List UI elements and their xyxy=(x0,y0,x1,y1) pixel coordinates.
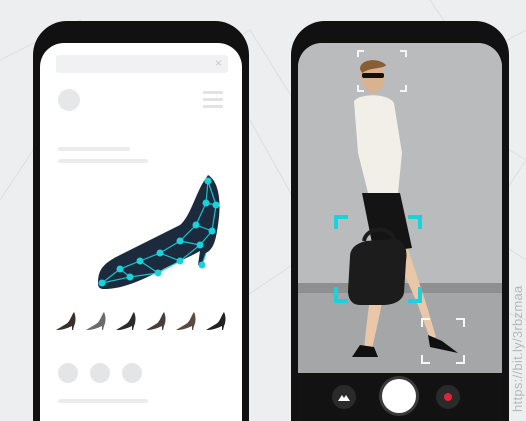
shoe-thumbnail[interactable] xyxy=(144,308,168,332)
detected-shoe-image xyxy=(98,175,220,289)
head-detection-box xyxy=(357,50,407,92)
camera-screen xyxy=(298,43,502,421)
camera-controls-bar xyxy=(298,373,502,421)
shoe-thumbnail[interactable] xyxy=(114,308,138,332)
right-phone xyxy=(291,21,509,421)
shoe-thumbnail[interactable] xyxy=(204,308,228,332)
left-phone: × xyxy=(33,21,249,421)
option-dot[interactable] xyxy=(122,363,142,383)
avatar xyxy=(58,89,80,111)
shop-screen: × xyxy=(40,43,242,421)
shoe-thumbnail[interactable] xyxy=(174,308,198,332)
option-dot[interactable] xyxy=(90,363,110,383)
option-dots xyxy=(58,363,142,383)
product-title-line xyxy=(58,147,130,151)
detection-overlays xyxy=(334,50,465,364)
shutter-button[interactable] xyxy=(382,379,416,413)
close-icon[interactable]: × xyxy=(215,56,222,70)
record-dot xyxy=(444,393,452,401)
description-line xyxy=(58,399,148,403)
similar-shoes-row xyxy=(54,308,228,332)
shoe-thumbnail[interactable] xyxy=(54,308,78,332)
mountain-icon[interactable] xyxy=(332,385,356,409)
shoe-thumbnail[interactable] xyxy=(84,308,108,332)
option-dot[interactable] xyxy=(58,363,78,383)
hamburger-menu-icon[interactable] xyxy=(203,91,223,112)
shoe-detection-box xyxy=(421,318,465,364)
record-icon[interactable] xyxy=(436,385,460,409)
search-bar[interactable]: × xyxy=(56,55,228,73)
watermark-url: https://bit.ly/3rbzmaa xyxy=(510,285,525,412)
handbag-detection-box xyxy=(334,215,422,303)
